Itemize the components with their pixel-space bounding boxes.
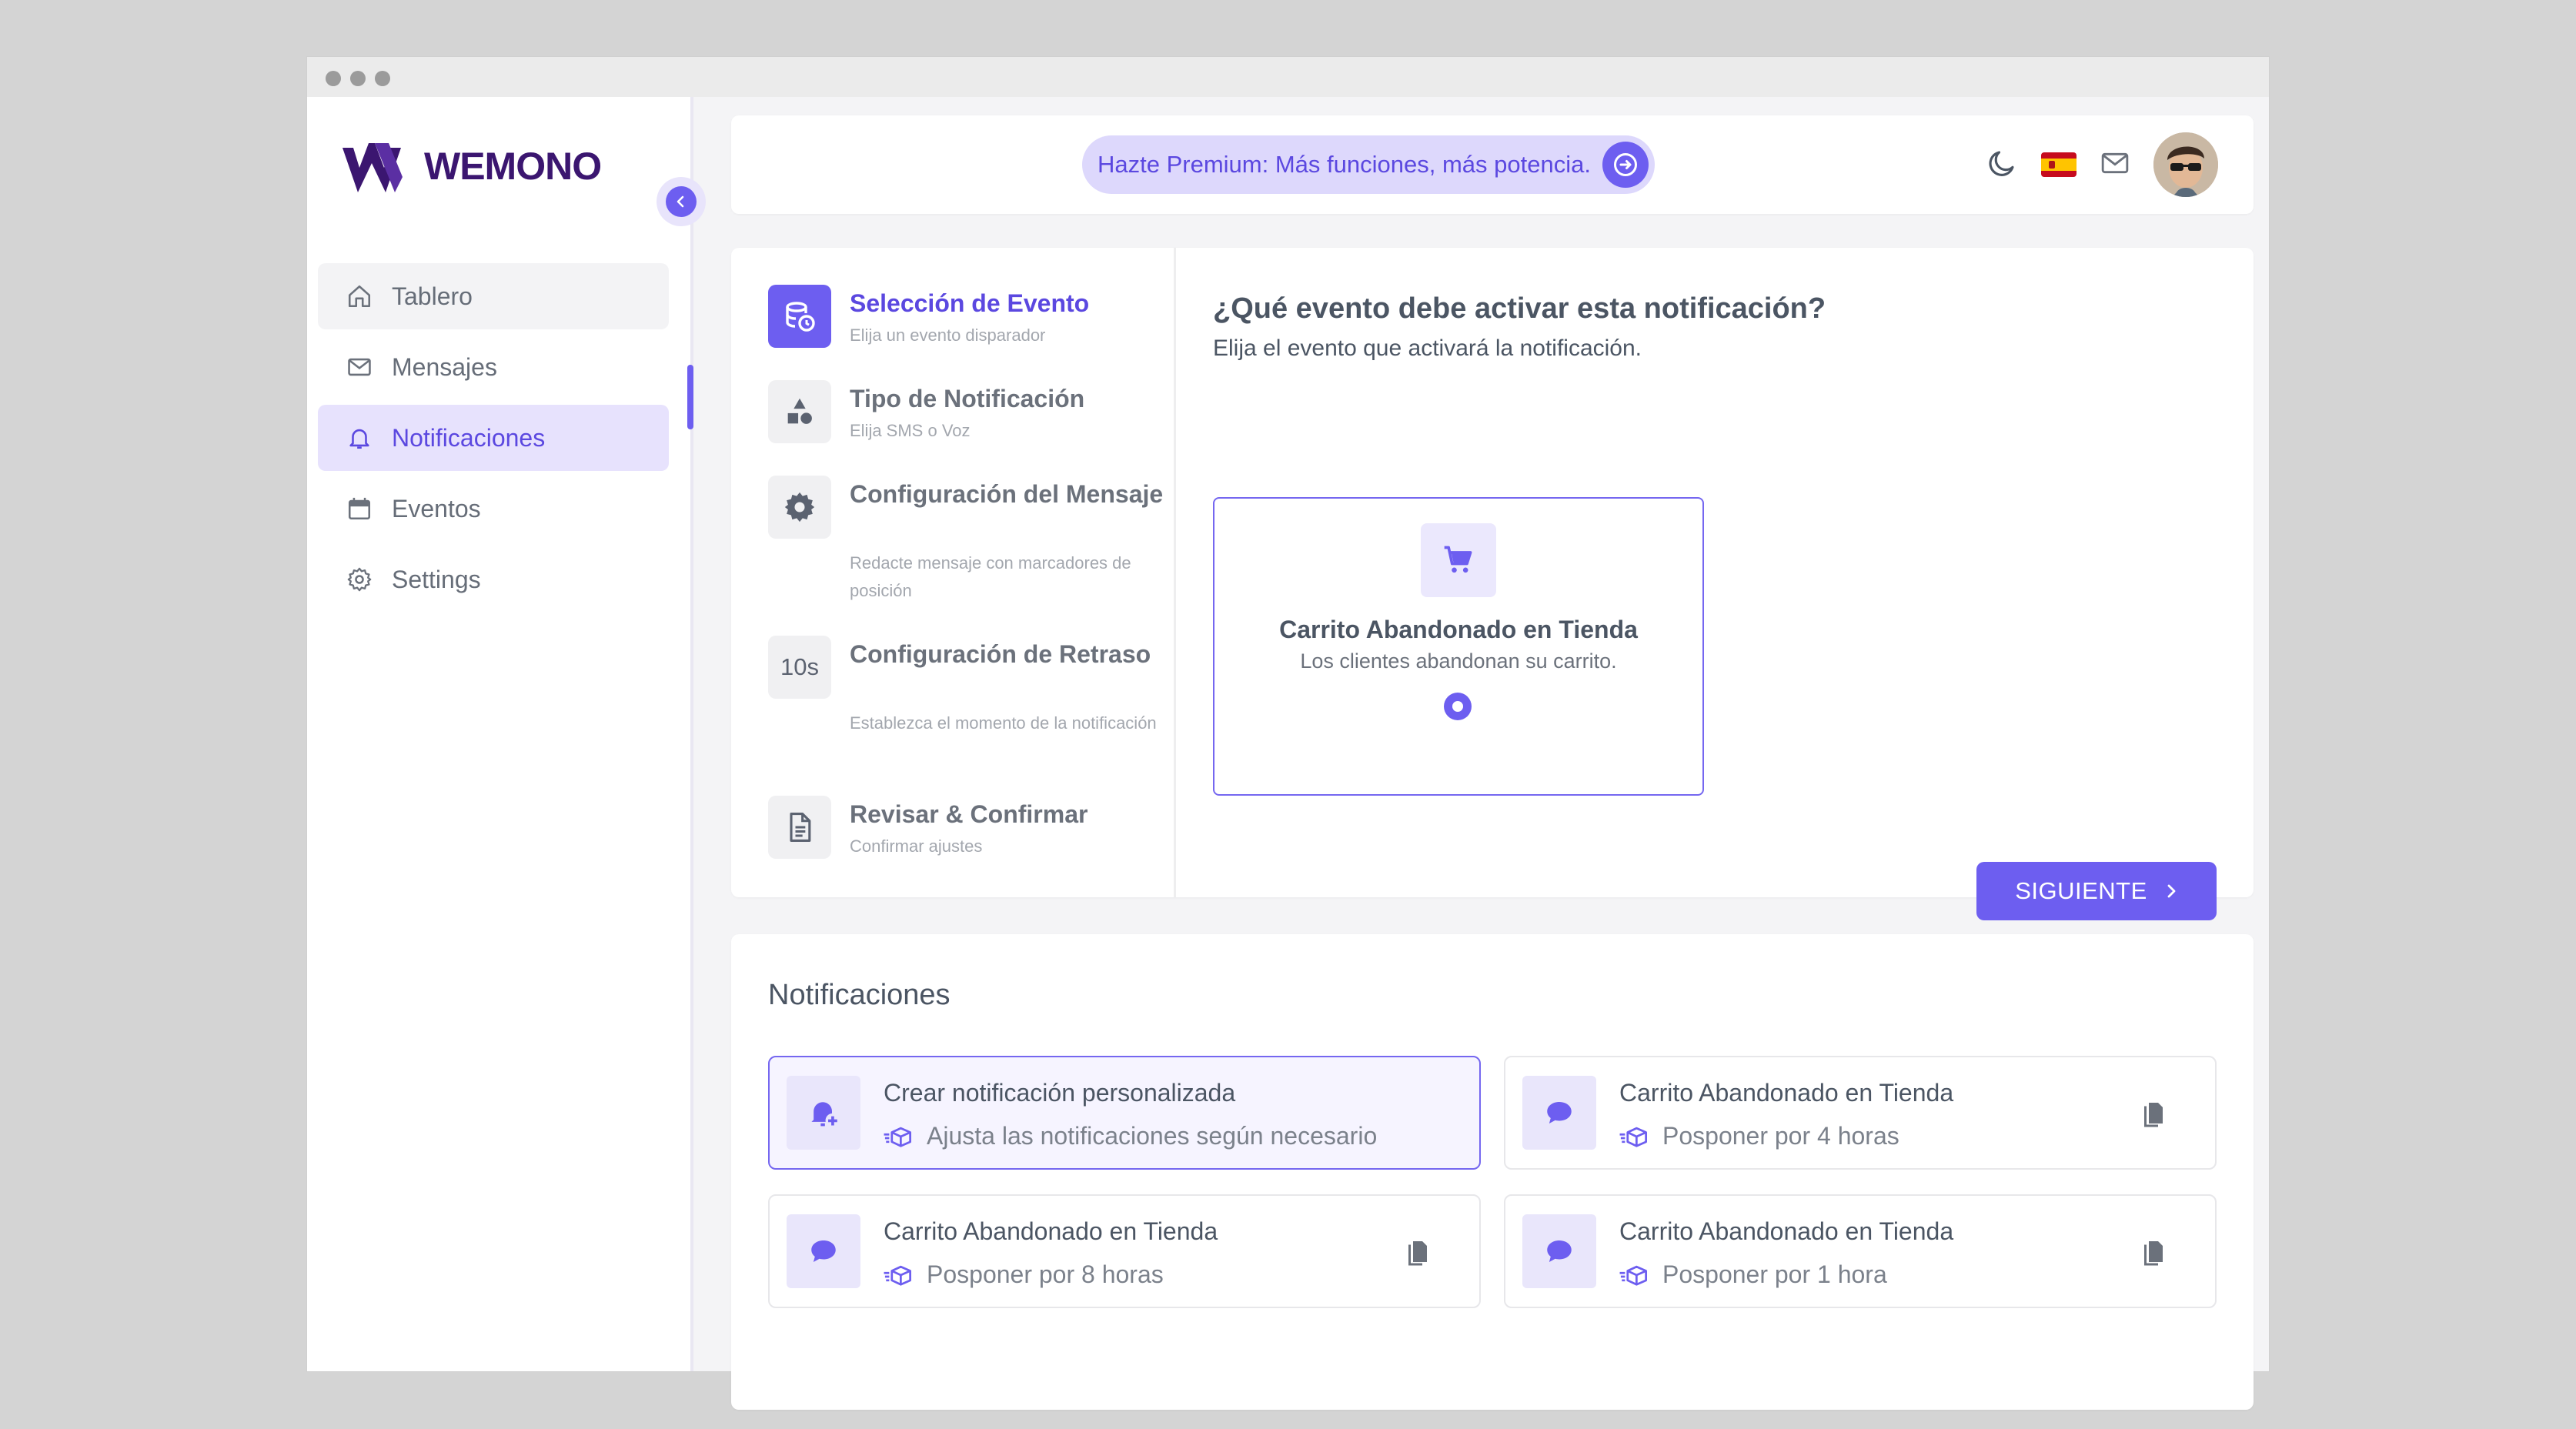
chevron-left-icon <box>677 195 684 208</box>
shapes-icon <box>768 380 831 443</box>
logo[interactable]: WEMONO <box>341 135 602 197</box>
fast-delivery-icon <box>884 1265 911 1286</box>
fast-delivery-icon <box>884 1127 911 1147</box>
copy-icon[interactable] <box>2138 1097 2169 1131</box>
notification-item[interactable]: Carrito Abandonado en Tienda Posponer po… <box>768 1194 1481 1308</box>
chat-bubble-icon <box>787 1214 860 1288</box>
sidebar-item-label: Notificaciones <box>392 423 546 452</box>
step-subtitle: Redacte mensaje con marcadores de posici… <box>850 553 1131 600</box>
chat-bubble-icon <box>1522 1214 1596 1288</box>
step-title: Selección de Evento <box>850 289 1090 317</box>
notifications-heading: Notificaciones <box>768 979 951 1011</box>
create-notification-card[interactable]: Crear notificación personalizada Ajusta … <box>768 1056 1481 1170</box>
browser-window: WEMONO Tablero Mensajes Notificaciones E… <box>307 57 2269 1410</box>
notification-title: Carrito Abandonado en Tienda <box>1619 1079 1954 1107</box>
step-title: Configuración del Mensaje <box>850 480 1164 508</box>
window-titlebar <box>307 57 2269 97</box>
premium-text: Hazte Premium: Más funciones, más potenc… <box>1098 151 1591 178</box>
delay-10s-icon: 10s <box>768 636 831 699</box>
sidebar-item-label: Tablero <box>392 282 473 310</box>
chevron-right-icon <box>2167 884 2176 898</box>
arrow-right-circle-icon <box>1614 153 1637 176</box>
premium-go-button[interactable] <box>1602 142 1649 188</box>
notification-subtitle: Posponer por 1 hora <box>1662 1260 1887 1288</box>
step-subtitle: Establezca el momento de la notificación <box>850 713 1157 733</box>
notification-subtitle: Posponer por 8 horas <box>927 1260 1164 1288</box>
notification-title: Carrito Abandonado en Tienda <box>884 1217 1218 1245</box>
cart-icon <box>1421 523 1496 597</box>
sidebar-item-label: Mensajes <box>392 352 497 381</box>
sidebar-item-settings[interactable]: Settings <box>318 546 669 613</box>
gear-icon <box>768 476 831 539</box>
notification-subtitle: Ajusta las notificaciones según necesari… <box>927 1122 1378 1150</box>
home-icon <box>344 281 375 312</box>
avatar[interactable] <box>2153 132 2218 197</box>
notification-subtitle-row: Ajusta las notificaciones según necesari… <box>884 1122 1377 1150</box>
notification-item[interactable]: Carrito Abandonado en Tienda Posponer po… <box>1504 1056 2217 1170</box>
event-option-radio[interactable] <box>1444 693 1472 720</box>
notification-subtitle-row: Posponer por 1 hora <box>1619 1260 1887 1289</box>
chat-bubble-icon <box>1522 1076 1596 1150</box>
bell-plus-icon <box>787 1076 860 1150</box>
window-dot[interactable] <box>326 71 341 86</box>
sidebar-item-label: Eventos <box>392 494 481 523</box>
top-bar: Hazte Premium: Más funciones, más potenc… <box>731 115 2254 214</box>
step-subtitle: Elija SMS o Voz <box>850 421 971 440</box>
notification-subtitle: Posponer por 4 horas <box>1662 1122 1899 1150</box>
sidebar-item-label: Settings <box>392 565 481 593</box>
event-option-card[interactable]: Carrito Abandonado en Tienda Los cliente… <box>1213 497 1704 796</box>
database-clock-icon <box>768 285 831 348</box>
active-indicator <box>687 365 693 429</box>
window-dot[interactable] <box>375 71 390 86</box>
question-title: ¿Qué evento debe activar esta notificaci… <box>1213 292 1826 325</box>
premium-banner[interactable]: Hazte Premium: Más funciones, más potenc… <box>1082 135 1655 194</box>
notification-subtitle-row: Posponer por 4 horas <box>1619 1122 1899 1150</box>
sidebar-item-eventos[interactable]: Eventos <box>318 476 669 542</box>
sidebar-item-tablero[interactable]: Tablero <box>318 263 669 329</box>
notification-title: Crear notificación personalizada <box>884 1079 1236 1107</box>
window-dot[interactable] <box>350 71 366 86</box>
notification-subtitle-row: Posponer por 8 horas <box>884 1260 1164 1289</box>
notification-item[interactable]: Carrito Abandonado en Tienda Posponer po… <box>1504 1194 2217 1308</box>
step-title: Configuración de Retraso <box>850 640 1151 668</box>
document-icon <box>768 796 831 859</box>
event-option-subtitle: Los clientes abandonan su carrito. <box>1300 649 1617 673</box>
next-button[interactable]: SIGUIENTE <box>1976 862 2217 920</box>
mail-icon <box>344 352 375 382</box>
logo-text: WEMONO <box>424 145 602 188</box>
wizard-panel: Selección de Evento Elija un evento disp… <box>731 248 2254 920</box>
wemono-logo-icon <box>342 143 403 192</box>
next-button-label: SIGUIENTE <box>2015 877 2147 904</box>
notification-title: Carrito Abandonado en Tienda <box>1619 1217 1954 1245</box>
gear-icon <box>344 564 375 595</box>
step-subtitle: Confirmar ajustes <box>850 836 983 856</box>
mail-icon[interactable] <box>2100 148 2130 182</box>
top-bar-actions <box>1963 132 2218 197</box>
sidebar-item-notificaciones[interactable]: Notificaciones <box>318 405 669 471</box>
calendar-icon <box>344 493 375 524</box>
moon-icon[interactable] <box>1986 147 2018 183</box>
event-option-title: Carrito Abandonado en Tienda <box>1279 616 1638 643</box>
fast-delivery-icon <box>1619 1265 1647 1286</box>
spain-flag-icon[interactable] <box>2041 152 2077 177</box>
sidebar: WEMONO Tablero Mensajes Notificaciones E… <box>307 97 706 1371</box>
step-title: Revisar & Confirmar <box>850 800 1088 828</box>
sidebar-nav: Tablero Mensajes Notificaciones Eventos <box>318 263 669 617</box>
notifications-panel: Notificaciones Crear notificación person… <box>731 934 2254 1410</box>
copy-icon[interactable] <box>2138 1236 2169 1270</box>
step-subtitle: Elija un evento disparador <box>850 326 1046 345</box>
question-subtitle: Elija el evento que activará la notifica… <box>1213 336 1642 361</box>
collapse-sidebar-button[interactable] <box>657 177 706 226</box>
step-title: Tipo de Notificación <box>850 385 1085 412</box>
bell-icon <box>344 422 375 453</box>
wizard-steps: Selección de Evento Elija un evento disp… <box>731 248 1176 897</box>
sidebar-item-mensajes[interactable]: Mensajes <box>318 334 669 400</box>
fast-delivery-icon <box>1619 1127 1647 1147</box>
copy-icon[interactable] <box>1402 1236 1433 1270</box>
